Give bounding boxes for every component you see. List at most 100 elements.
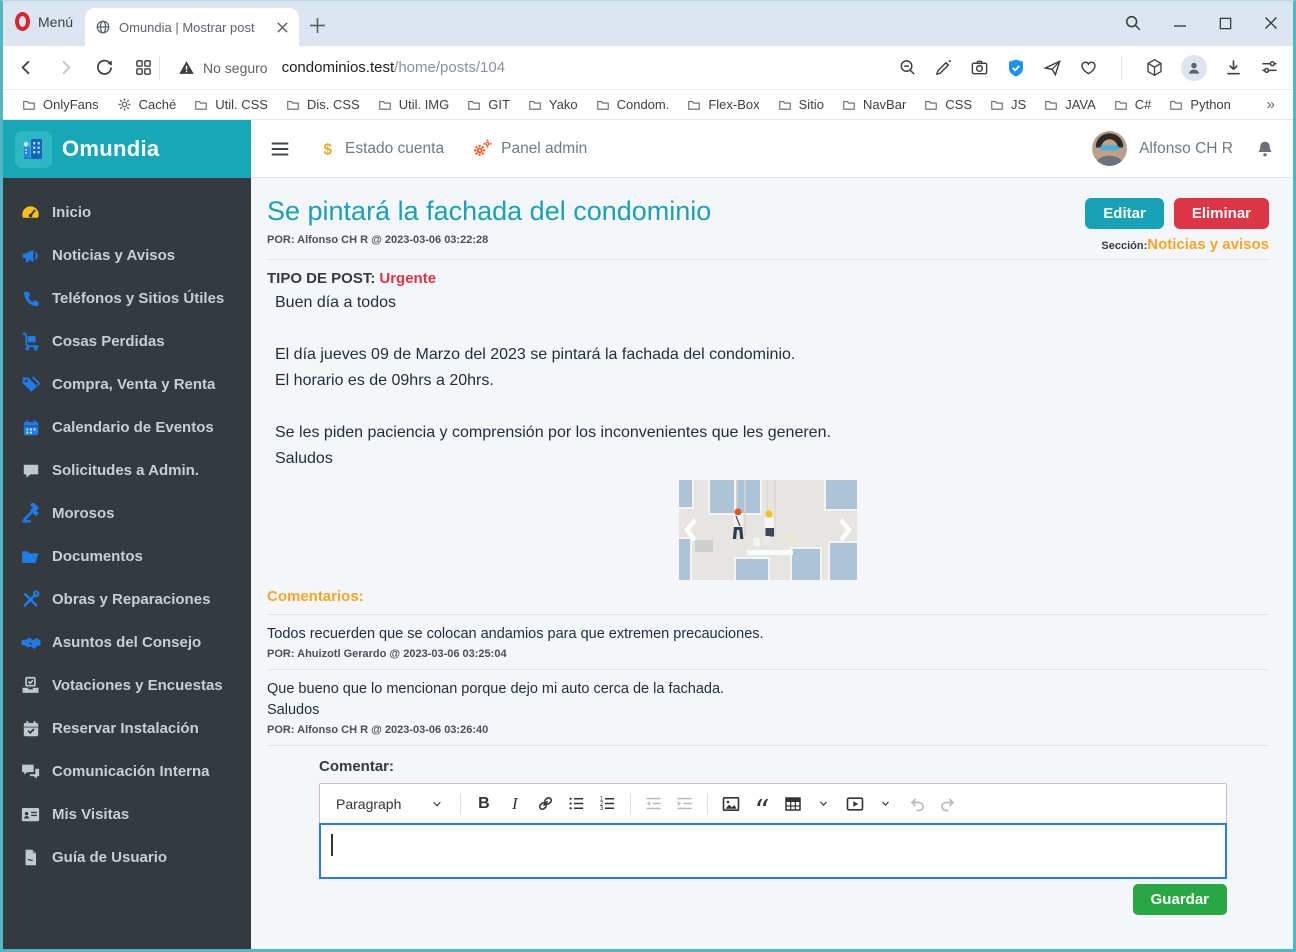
carousel-next-button[interactable] [823, 480, 857, 580]
brand-header[interactable]: Omundia [3, 120, 251, 178]
link-button[interactable] [530, 788, 561, 819]
delete-button[interactable]: Eliminar [1173, 198, 1269, 229]
media-dropdown-chevron[interactable] [870, 788, 901, 819]
chevron-down-icon [882, 801, 890, 806]
sidebar-item-inicio[interactable]: Inicio [3, 191, 251, 234]
sidebar-item-compra-venta[interactable]: Compra, Venta y Renta [3, 363, 251, 406]
insert-table-button[interactable] [777, 788, 808, 819]
forward-icon[interactable] [56, 58, 75, 77]
maximize-icon[interactable] [1218, 16, 1233, 31]
bookmarks-overflow-chevron[interactable]: » [1263, 96, 1279, 113]
sidebar-item-obras[interactable]: Obras y Reparaciones [3, 578, 251, 621]
minimize-icon[interactable] [1172, 15, 1188, 31]
save-comment-button[interactable]: Guardar [1132, 884, 1227, 915]
sidebar-item-telefonos[interactable]: Teléfonos y Sitios Útiles [3, 277, 251, 320]
italic-button[interactable]: I [499, 788, 530, 819]
bookmark-item[interactable]: OnlyFans [13, 93, 108, 117]
profile-icon[interactable] [1181, 54, 1207, 81]
heading-dropdown[interactable]: Paragraph [326, 796, 453, 812]
adblock-shield-icon[interactable] [1006, 58, 1026, 78]
bookmark-item[interactable]: Dis. CSS [277, 93, 369, 117]
edit-button[interactable]: Editar [1085, 198, 1164, 229]
insert-media-button[interactable] [839, 788, 870, 819]
sidebar-item-cosas-perdidas[interactable]: Cosas Perdidas [3, 320, 251, 363]
plus-icon [310, 18, 325, 33]
section-label: Sección: [1101, 240, 1148, 252]
folder-icon [596, 100, 609, 110]
bookmark-item[interactable]: GIT [458, 93, 519, 117]
close-icon[interactable] [1263, 15, 1279, 31]
folder-icon [991, 100, 1003, 110]
extensions-cube-icon[interactable] [1145, 58, 1164, 77]
sidebar-item-guia[interactable]: Guía de Usuario [3, 836, 251, 879]
nav-link-panel-admin[interactable]: Panel admin [472, 138, 587, 159]
undo-button[interactable] [901, 788, 932, 819]
bookmark-item[interactable]: JAVA [1035, 93, 1105, 117]
sidebar-item-documentos[interactable]: Documentos [3, 535, 251, 578]
insert-image-button[interactable] [715, 788, 746, 819]
find-in-page-icon[interactable] [898, 58, 917, 77]
reload-icon[interactable] [95, 58, 114, 77]
numbered-list-button[interactable]: 123 [592, 788, 623, 819]
post-type-value: Urgente [379, 270, 437, 287]
comment-form: Comentar: Paragraph B I 12 3 “ Guardar [319, 758, 1269, 915]
blockquote-button[interactable]: “ [746, 788, 777, 826]
back-icon[interactable] [17, 58, 36, 77]
notifications-bell-icon[interactable] [1255, 139, 1275, 159]
search-icon[interactable] [1124, 14, 1142, 32]
edit-note-icon[interactable] [934, 58, 953, 77]
bookmark-item[interactable]: Condom. [587, 93, 679, 117]
workspaces-icon[interactable] [134, 58, 153, 77]
sidebar-item-consejo[interactable]: Asuntos del Consejo [3, 621, 251, 664]
browser-tab[interactable]: Omundia | Mostrar post [85, 8, 299, 46]
user-avatar[interactable] [1092, 131, 1128, 166]
bulleted-list-button[interactable] [561, 788, 592, 819]
redo-button[interactable] [932, 788, 963, 819]
comment-form-label: Comentar: [319, 758, 395, 775]
sidebar-item-morosos[interactable]: Morosos [3, 492, 251, 535]
bookmark-item[interactable]: Yako [519, 93, 587, 117]
table-dropdown-chevron[interactable] [808, 788, 839, 819]
sidebar-item-visitas[interactable]: Mis Visitas [3, 793, 251, 836]
indent-button[interactable] [669, 788, 700, 819]
bookmark-item[interactable]: JS [981, 93, 1035, 117]
carousel-prev-button[interactable] [679, 480, 713, 580]
bookmark-item[interactable]: CSS [915, 93, 981, 117]
easy-setup-sliders-icon[interactable] [1260, 58, 1279, 77]
globe-favicon-icon [96, 20, 110, 34]
tab-close-icon[interactable] [276, 21, 289, 34]
sidebar-item-solicitudes[interactable]: Solicitudes a Admin. [3, 449, 251, 492]
sidebar-item-noticias[interactable]: Noticias y Avisos [3, 234, 251, 277]
sidebar-item-votaciones[interactable]: Votaciones y Encuestas [3, 664, 251, 707]
outdent-button[interactable] [638, 788, 669, 819]
new-tab-button[interactable] [309, 17, 326, 34]
sidebar-item-calendario[interactable]: Calendario de Eventos [3, 406, 251, 449]
snapshot-camera-icon[interactable] [970, 58, 989, 77]
downloads-icon[interactable] [1224, 58, 1243, 77]
file-pdf-icon [19, 848, 42, 867]
opera-menu-button[interactable]: Menú [15, 12, 73, 31]
sidebar-item-comunicacion[interactable]: Comunicación Interna [3, 750, 251, 793]
nav-link-estado-cuenta[interactable]: $ Estado cuenta [319, 140, 445, 158]
hamburger-menu-icon[interactable] [269, 138, 291, 160]
comment-byline: POR: Ahuizotl Gerardo @ 2023-03-06 03:25… [267, 648, 507, 660]
post-text-line [267, 316, 1269, 342]
url-field[interactable]: condominios.test/home/posts/104 [282, 59, 505, 76]
browser-titlebar: Menú Omundia | Mostrar post [3, 1, 1293, 46]
sidebar-item-reservar[interactable]: Reservar Instalación [3, 707, 251, 750]
opera-menu-label: Menú [38, 13, 74, 30]
bold-button[interactable]: B [468, 788, 499, 819]
favorites-heart-icon[interactable] [1079, 58, 1098, 77]
bookmark-item[interactable]: Caché [108, 93, 186, 117]
site-security-badge[interactable]: No seguro [178, 59, 268, 76]
bookmark-item[interactable]: Flex-Box [678, 93, 768, 117]
comment-editor[interactable] [319, 823, 1227, 879]
bookmark-item[interactable]: Sitio [769, 93, 833, 117]
post-page: Se pintará la fachada del condominio POR… [251, 178, 1293, 949]
bookmark-item[interactable]: NavBar [833, 93, 915, 117]
bookmark-item[interactable]: Util. CSS [185, 93, 277, 117]
bookmark-item[interactable]: Util. IMG [369, 93, 459, 117]
flow-send-icon[interactable] [1043, 58, 1062, 77]
bookmark-item[interactable]: Python [1160, 93, 1239, 117]
bookmark-item[interactable]: C# [1105, 93, 1161, 117]
